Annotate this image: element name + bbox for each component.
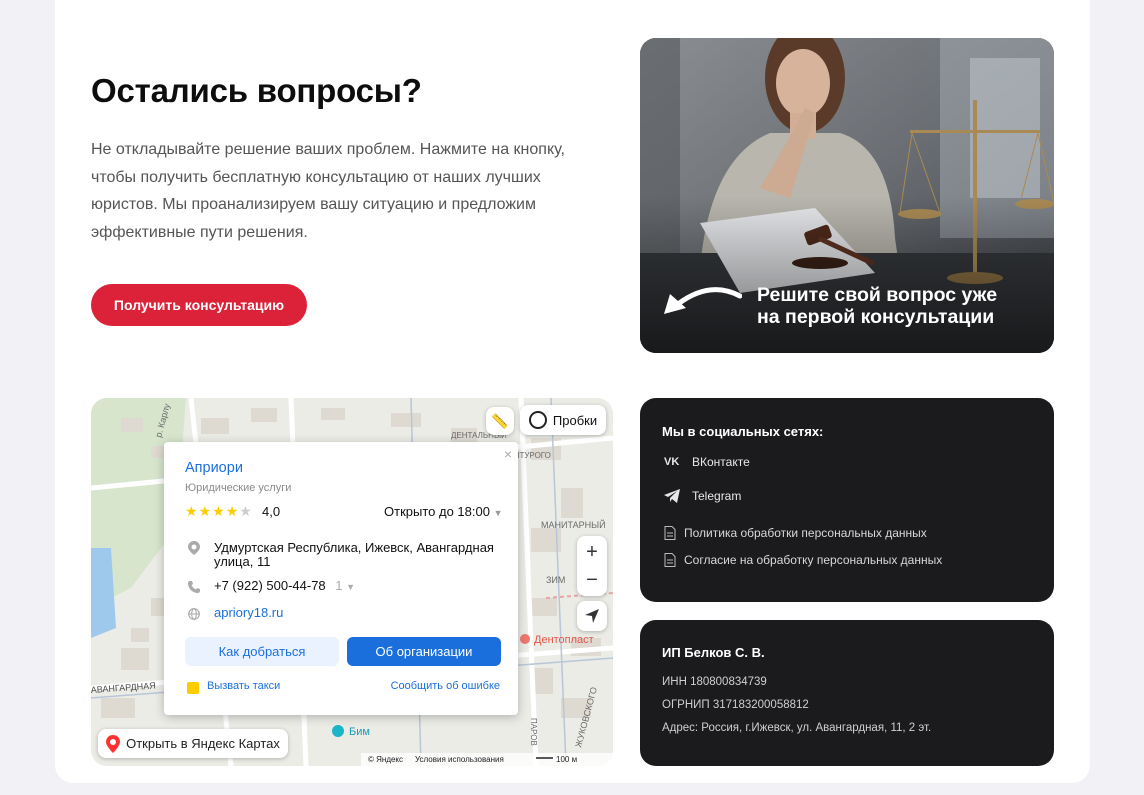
banner-caption-line2: на первой консультации	[757, 306, 995, 328]
traffic-button[interactable]: Пробки	[520, 405, 606, 435]
organization-card: × Априори Юридические услуги ★ ★ ★ ★ ★ 4…	[164, 442, 518, 715]
star-icon: ★	[198, 503, 212, 519]
data-consent-label: Согласие на обработку персональных данны…	[684, 553, 943, 567]
map-terms-link[interactable]: Условия использования	[415, 755, 504, 764]
chevron-down-icon: ▼	[493, 508, 503, 518]
star-empty-icon: ★	[239, 503, 252, 519]
map-scale: 100 м	[556, 755, 577, 764]
traffic-label: Пробки	[552, 412, 598, 428]
report-error-link[interactable]: Сообщить об ошибке	[391, 680, 500, 692]
bim-marker-icon	[332, 725, 344, 737]
star-icon: ★	[212, 503, 225, 519]
data-consent-link[interactable]: Согласие на обработку персональных данны…	[664, 553, 942, 567]
social-card: Мы в социальных сетях: VK ВКонтакте Tele…	[640, 398, 1054, 602]
opening-hours[interactable]: Открыто до 18:00 ▼	[384, 504, 502, 519]
street-label-zim: ЗИМ	[546, 575, 565, 585]
org-phone-extra: 1 ▼	[335, 578, 355, 593]
section-title: Остались вопросы?	[91, 72, 422, 109]
close-icon[interactable]: ×	[504, 446, 512, 462]
banner-caption: Решите свой вопрос уже на первой консуль…	[757, 284, 997, 328]
street-label-manitarny: МАНИТАРНЫЙ	[541, 519, 606, 530]
org-phone[interactable]: +7 (922) 500-44-78 1 ▼	[214, 578, 355, 593]
map-copyright: © Яндекс	[368, 755, 403, 764]
geolocation-button[interactable]	[577, 601, 607, 631]
consultation-banner: Решите свой вопрос уже на первой консуль…	[640, 38, 1054, 353]
star-icon: ★	[225, 503, 239, 519]
yandex-map[interactable]: р. Карлу ДЕНТАЛЬНЫЙ ШЕНТУРОГО МАНИТАРНЫЙ…	[91, 398, 613, 766]
poi-bim: Бим	[349, 726, 370, 738]
ruler-icon: 📏	[491, 412, 509, 429]
company-address: Адрес: Россия, г.Ижевск, ул. Авангардная…	[662, 722, 932, 734]
privacy-policy-label: Политика обработки персональных данных	[684, 526, 927, 540]
zoom-out-icon[interactable]: −	[586, 566, 598, 594]
zoom-in-icon[interactable]: +	[586, 538, 598, 566]
call-taxi-link[interactable]: Вызвать такси	[207, 680, 280, 692]
org-address: Удмуртская Республика, Ижевск, Авангардн…	[214, 540, 494, 569]
ruler-button[interactable]: 📏	[486, 407, 514, 435]
traffic-icon	[528, 411, 547, 429]
get-consultation-button[interactable]: Получить консультацию	[91, 284, 307, 326]
location-icon	[188, 541, 200, 555]
banner-caption-line1: Решите свой вопрос уже	[757, 284, 998, 306]
company-info-card: ИП Белков С. В. ИНН 180800834739 ОГРНИП …	[640, 620, 1054, 766]
zoom-control: + −	[577, 536, 607, 596]
phone-icon	[188, 581, 200, 593]
telegram-icon	[664, 489, 680, 503]
open-in-yandex-maps-button[interactable]: Открыть в Яндекс Картах	[98, 729, 288, 758]
curved-arrow-icon	[664, 287, 742, 314]
about-organization-button[interactable]: Об организации	[347, 637, 501, 666]
company-name: ИП Белков С. В.	[662, 645, 765, 660]
chevron-down-icon: ▼	[346, 582, 356, 592]
rating-stars: ★ ★ ★ ★ ★	[185, 504, 252, 518]
section-description: Не откладывайте решение ваших проблем. Н…	[91, 141, 565, 241]
globe-icon	[188, 608, 200, 620]
org-website-link[interactable]: apriory18.ru	[214, 605, 283, 620]
company-ogrnip: ОГРНИП 317183200058812	[662, 699, 809, 711]
vk-link[interactable]: VK ВКонтакте	[664, 455, 750, 469]
social-heading: Мы в социальных сетях:	[662, 424, 824, 439]
vk-icon: VK	[664, 456, 680, 468]
directions-button[interactable]: Как добраться	[185, 637, 339, 666]
org-phone-extra-count: 1	[335, 578, 343, 593]
document-icon	[664, 553, 676, 567]
poi-dentoplast: Дентопласт	[534, 634, 594, 646]
vk-label: ВКонтакте	[692, 455, 750, 469]
star-icon: ★	[185, 503, 198, 519]
document-icon	[664, 526, 676, 540]
company-inn: ИНН 180800834739	[662, 676, 767, 688]
street-label-parov: ПАРОВ	[529, 718, 538, 746]
open-in-yandex-label: Открыть в Яндекс Картах	[126, 736, 280, 751]
navigation-arrow-icon	[585, 609, 599, 623]
opening-hours-label: Открыто до 18:00	[384, 504, 490, 519]
privacy-policy-link[interactable]: Политика обработки персональных данных	[664, 526, 927, 540]
map-pin-icon	[106, 734, 121, 753]
dentoplast-marker-icon	[520, 634, 530, 644]
org-rating: 4,0	[262, 504, 281, 519]
telegram-link[interactable]: Telegram	[664, 489, 741, 503]
org-phone-number: +7 (922) 500-44-78	[214, 578, 326, 593]
telegram-label: Telegram	[692, 489, 742, 503]
org-category: Юридические услуги	[185, 482, 292, 494]
org-name[interactable]: Априори	[185, 460, 243, 476]
taxi-icon	[187, 682, 199, 694]
